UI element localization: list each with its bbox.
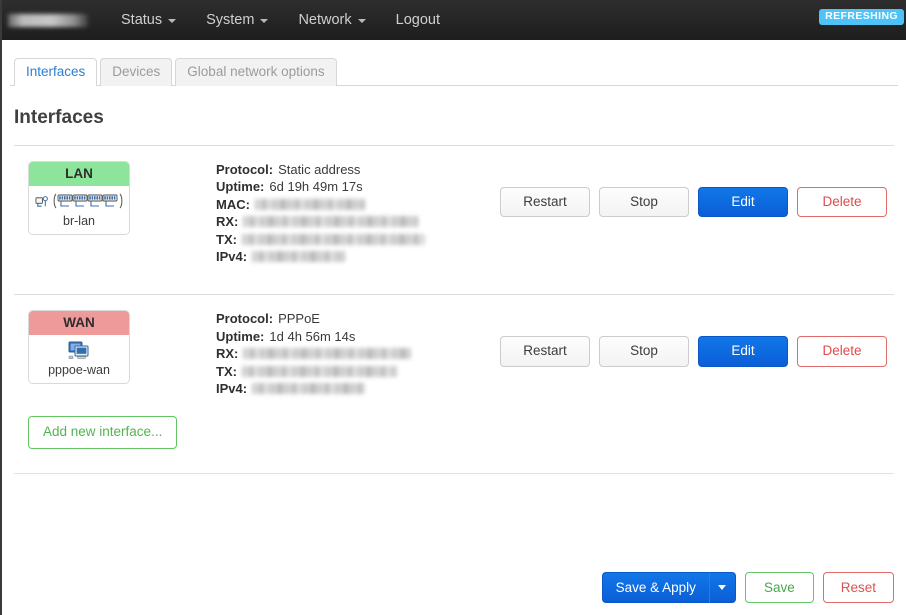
add-interface-wrap: Add new interface... xyxy=(10,410,898,449)
info-key: IPv4: xyxy=(216,381,248,397)
network-adapter-icon xyxy=(68,341,89,359)
tab-global-network-options[interactable]: Global network options xyxy=(175,58,337,86)
chevron-down-icon xyxy=(260,19,269,23)
brand-logo[interactable] xyxy=(8,13,88,27)
info-key: IPv4: xyxy=(216,249,248,265)
info-key: TX: xyxy=(216,231,237,247)
interface-card-body: pppoe-wan xyxy=(29,335,129,384)
info-key: Uptime: xyxy=(216,179,265,195)
info-key: RX: xyxy=(216,346,239,362)
tab-bar: Interfaces Devices Global network option… xyxy=(10,58,898,86)
restart-button[interactable]: Restart xyxy=(500,336,590,367)
chevron-down-icon xyxy=(357,19,366,23)
save-and-apply-button[interactable]: Save & Apply xyxy=(601,572,709,603)
interface-name-wan: WAN xyxy=(29,311,129,336)
status-badge[interactable]: REFRESHING xyxy=(819,9,904,25)
nav-item-network[interactable]: Network xyxy=(283,1,380,39)
redacted-value xyxy=(254,199,365,211)
add-new-interface-button[interactable]: Add new interface... xyxy=(28,416,178,449)
tab-interfaces[interactable]: Interfaces xyxy=(14,58,98,86)
luci-page: Status System Network Logout REFRESHING … xyxy=(0,0,906,615)
top-navigation-bar: Status System Network Logout REFRESHING xyxy=(2,0,906,40)
chevron-down-icon xyxy=(168,19,177,23)
info-line-tx: TX: xyxy=(216,363,500,380)
info-line-protocol: Protocol: Static address xyxy=(216,161,500,178)
info-line-uptime: Uptime: 6d 19h 49m 17s xyxy=(216,178,500,195)
nav-menu: Status System Network Logout xyxy=(106,1,455,39)
chevron-down-icon xyxy=(718,585,727,590)
redacted-value xyxy=(241,233,425,245)
save-button[interactable]: Save xyxy=(744,572,814,603)
page-title: Interfaces xyxy=(14,107,104,128)
nav-item-status[interactable]: Status xyxy=(106,1,191,39)
info-line-mac: MAC: xyxy=(216,196,500,213)
info-value: Static address xyxy=(278,162,361,177)
info-line-rx: RX: xyxy=(216,213,500,230)
ethernet-device-icon xyxy=(35,195,48,207)
footer-action-bar: Save & Apply Save Reset xyxy=(601,572,894,603)
redacted-value xyxy=(243,348,412,360)
interface-device-icons xyxy=(29,338,129,362)
interface-device-name: pppoe-wan xyxy=(48,363,110,378)
interface-device-icons xyxy=(29,189,129,213)
info-key: Protocol: xyxy=(216,311,274,327)
info-key: RX: xyxy=(216,214,239,230)
info-key: TX: xyxy=(216,363,237,379)
redacted-value xyxy=(241,365,397,377)
nav-item-logout[interactable]: Logout xyxy=(381,1,455,39)
nav-item-label: Network xyxy=(298,12,352,28)
interface-card-wan[interactable]: WAN pppoe-wan xyxy=(28,310,130,385)
info-value: PPPoE xyxy=(278,311,320,327)
info-line-protocol: Protocol: PPPoE xyxy=(216,310,500,327)
interface-info-wan: Protocol: PPPoE Uptime: 1d 4h 56m 14s RX… xyxy=(216,308,500,397)
redacted-value xyxy=(252,251,346,263)
tab-devices[interactable]: Devices xyxy=(100,58,173,86)
reset-button[interactable]: Reset xyxy=(822,572,894,603)
interface-card-lan[interactable]: LAN br-lan xyxy=(28,161,130,235)
stop-button[interactable]: Stop xyxy=(599,336,689,367)
interface-card-body: br-lan xyxy=(29,186,129,234)
delete-button[interactable]: Delete xyxy=(797,336,887,367)
nav-item-system[interactable]: System xyxy=(191,1,283,39)
save-apply-dropdown-toggle[interactable] xyxy=(708,572,736,603)
stop-button[interactable]: Stop xyxy=(599,187,689,218)
info-key: MAC: xyxy=(216,196,250,212)
interface-device-name: br-lan xyxy=(63,214,95,228)
nav-item-label: Logout xyxy=(395,12,440,28)
edit-button[interactable]: Edit xyxy=(698,336,788,367)
info-line-ipv4: IPv4: xyxy=(216,248,500,265)
redacted-value xyxy=(252,383,366,395)
restart-button[interactable]: Restart xyxy=(500,187,590,218)
info-line-ipv4: IPv4: xyxy=(216,380,500,397)
info-value: 6d 19h 49m 17s xyxy=(269,179,363,195)
interface-row-wan: WAN pppoe-wan Protocol: PPPoE Uptime: 1d… xyxy=(10,295,898,410)
info-key: Protocol: xyxy=(216,162,274,177)
nav-item-label: Status xyxy=(121,12,163,28)
main-content: Interfaces LAN br-lan Protocol: Static a… xyxy=(2,107,906,474)
info-line-rx: RX: xyxy=(216,345,500,362)
interface-actions-wan: Restart Stop Edit Delete xyxy=(500,336,887,367)
delete-button[interactable]: Delete xyxy=(797,187,887,218)
interface-name-lan: LAN xyxy=(29,162,129,186)
edit-button[interactable]: Edit xyxy=(698,187,788,218)
info-key: Uptime: xyxy=(216,328,265,344)
content-bottom-divider xyxy=(14,472,894,474)
info-line-uptime: Uptime: 1d 4h 56m 14s xyxy=(216,328,500,345)
info-value: 1d 4h 56m 14s xyxy=(269,328,356,344)
save-apply-split-button: Save & Apply xyxy=(601,572,736,603)
interface-actions-lan: Restart Stop Edit Delete xyxy=(500,187,887,218)
redacted-value xyxy=(243,216,419,228)
interface-info-lan: Protocol: Static address Uptime: 6d 19h … xyxy=(216,159,500,265)
info-line-tx: TX: xyxy=(216,231,500,248)
interface-row-lan: LAN br-lan Protocol: Static address Upti… xyxy=(10,146,898,278)
nav-item-label: System xyxy=(206,12,255,28)
switch-ports-icon xyxy=(53,193,123,209)
